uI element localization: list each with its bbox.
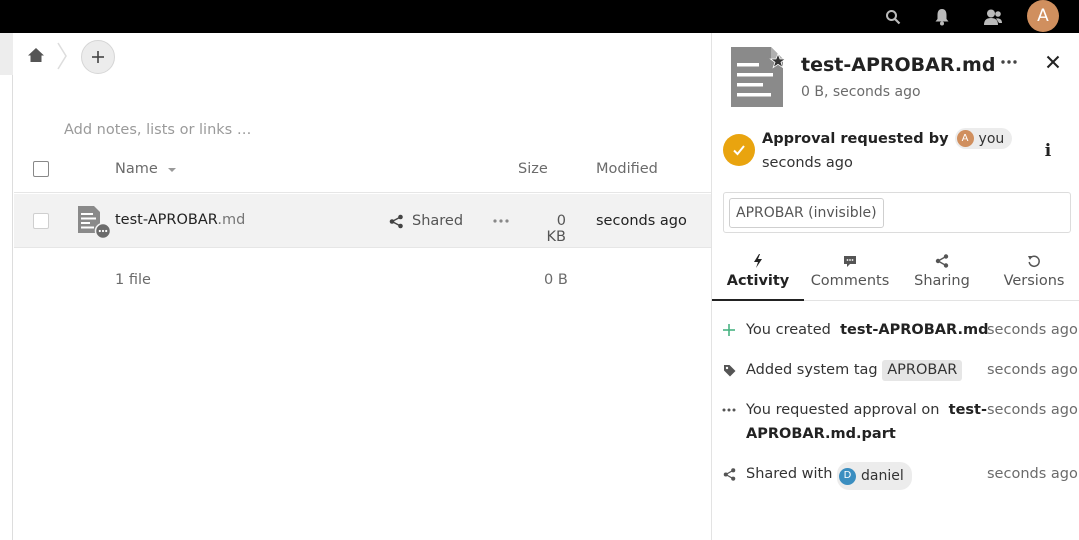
tab-label: Comments bbox=[810, 273, 890, 289]
activity-time: seconds ago bbox=[987, 466, 1078, 482]
check-icon bbox=[733, 145, 745, 156]
tab-label: Activity bbox=[726, 273, 790, 289]
more-icon bbox=[1001, 60, 1017, 64]
select-all-checkbox[interactable] bbox=[33, 161, 49, 177]
tab-activity[interactable]: Activity bbox=[712, 247, 804, 301]
approval-time: seconds ago bbox=[762, 155, 853, 171]
approval-status-icon bbox=[723, 134, 755, 166]
sidebar-subtitle: 0 B, seconds ago bbox=[801, 84, 921, 100]
user-name: you bbox=[978, 130, 1005, 147]
approval-status: Approval requested by A you bbox=[762, 128, 1013, 149]
tab-versions[interactable]: Versions bbox=[988, 247, 1079, 301]
tab-label: Sharing bbox=[914, 273, 970, 289]
plus-icon bbox=[721, 322, 737, 338]
avatar: D bbox=[839, 467, 857, 485]
share-icon bbox=[721, 466, 737, 482]
tag-pill[interactable]: APROBAR (invisible) bbox=[729, 198, 884, 228]
approval-label: Approval requested by bbox=[762, 130, 949, 147]
activity-text: Added system tag APROBAR bbox=[746, 358, 963, 382]
sidebar-title: test-APROBAR.md bbox=[801, 54, 996, 76]
file-name[interactable]: test-APROBAR.md bbox=[115, 212, 245, 228]
more-icon bbox=[721, 402, 737, 418]
sidebar-close-button[interactable] bbox=[1042, 51, 1064, 73]
tag-icon bbox=[721, 362, 737, 378]
user-avatar[interactable]: A bbox=[1027, 0, 1059, 32]
comment-icon bbox=[842, 253, 858, 269]
plus-icon bbox=[92, 51, 104, 63]
breadcrumb-separator bbox=[57, 42, 67, 70]
bolt-icon bbox=[750, 253, 766, 269]
contacts-icon[interactable] bbox=[978, 0, 1008, 33]
details-sidebar: test-APROBAR.md 0 B, seconds ago Approva… bbox=[711, 33, 1079, 540]
top-bar: A bbox=[0, 0, 1079, 33]
file-modified: seconds ago bbox=[596, 213, 687, 229]
file-size: 0 KB bbox=[546, 213, 566, 245]
share-icon bbox=[934, 253, 950, 269]
left-strip bbox=[0, 33, 13, 540]
home-icon[interactable] bbox=[26, 45, 46, 65]
tags-field[interactable]: APROBAR (invisible) bbox=[723, 192, 1071, 233]
tab-sharing[interactable]: Sharing bbox=[896, 247, 988, 301]
tab-comments[interactable]: Comments bbox=[804, 247, 896, 301]
close-icon bbox=[1046, 55, 1060, 69]
activity-text: You created test-APROBAR.md bbox=[746, 322, 989, 338]
sort-caret-icon bbox=[168, 168, 176, 172]
activity-file-link[interactable]: test-APROBAR.md bbox=[840, 322, 988, 338]
user-name: daniel bbox=[861, 468, 904, 484]
row-checkbox[interactable] bbox=[33, 213, 49, 229]
activity-file-link-cont[interactable]: APROBAR.md.part bbox=[746, 426, 896, 442]
activity-text: You requested approval on test- APROBAR.m… bbox=[746, 402, 988, 442]
bell-icon[interactable] bbox=[927, 0, 957, 33]
sidebar-tabs: Activity Comments Sharing Versions bbox=[712, 247, 1079, 301]
user-chip[interactable]: A you bbox=[954, 128, 1013, 149]
more-icon bbox=[493, 219, 509, 223]
share-button[interactable]: Shared bbox=[389, 213, 463, 229]
column-size-header[interactable]: Size bbox=[518, 161, 548, 177]
more-actions-button[interactable] bbox=[490, 210, 512, 232]
column-name-header[interactable]: Name bbox=[115, 161, 158, 177]
tab-label: Versions bbox=[1003, 273, 1065, 289]
total-size-summary: 0 B bbox=[544, 272, 568, 288]
text-file-icon bbox=[78, 206, 110, 239]
activity-text: Shared with Ddaniel bbox=[746, 462, 912, 490]
system-tag: APROBAR bbox=[882, 360, 963, 381]
info-icon[interactable]: i bbox=[1040, 141, 1056, 161]
share-icon bbox=[389, 214, 403, 228]
activity-file-link[interactable]: test- bbox=[949, 402, 987, 418]
column-modified-header[interactable]: Modified bbox=[596, 161, 658, 177]
activity-time: seconds ago bbox=[987, 322, 1078, 338]
search-icon[interactable] bbox=[878, 0, 908, 33]
notes-placeholder[interactable]: Add notes, lists or links … bbox=[64, 122, 251, 138]
history-icon bbox=[1026, 253, 1042, 269]
text-file-icon bbox=[731, 47, 787, 107]
share-label: Shared bbox=[412, 213, 464, 229]
file-list-header: Name Size Modified bbox=[14, 150, 711, 193]
file-count-summary: 1 file bbox=[115, 272, 151, 288]
table-row[interactable]: test-APROBAR.md Shared 0 KB seconds ago bbox=[14, 194, 711, 248]
avatar: A bbox=[956, 130, 974, 147]
activity-time: seconds ago bbox=[987, 402, 1078, 418]
user-chip[interactable]: Ddaniel bbox=[837, 462, 912, 490]
new-file-button[interactable] bbox=[81, 40, 115, 74]
sidebar-more-button[interactable] bbox=[998, 51, 1020, 73]
activity-time: seconds ago bbox=[987, 362, 1078, 378]
